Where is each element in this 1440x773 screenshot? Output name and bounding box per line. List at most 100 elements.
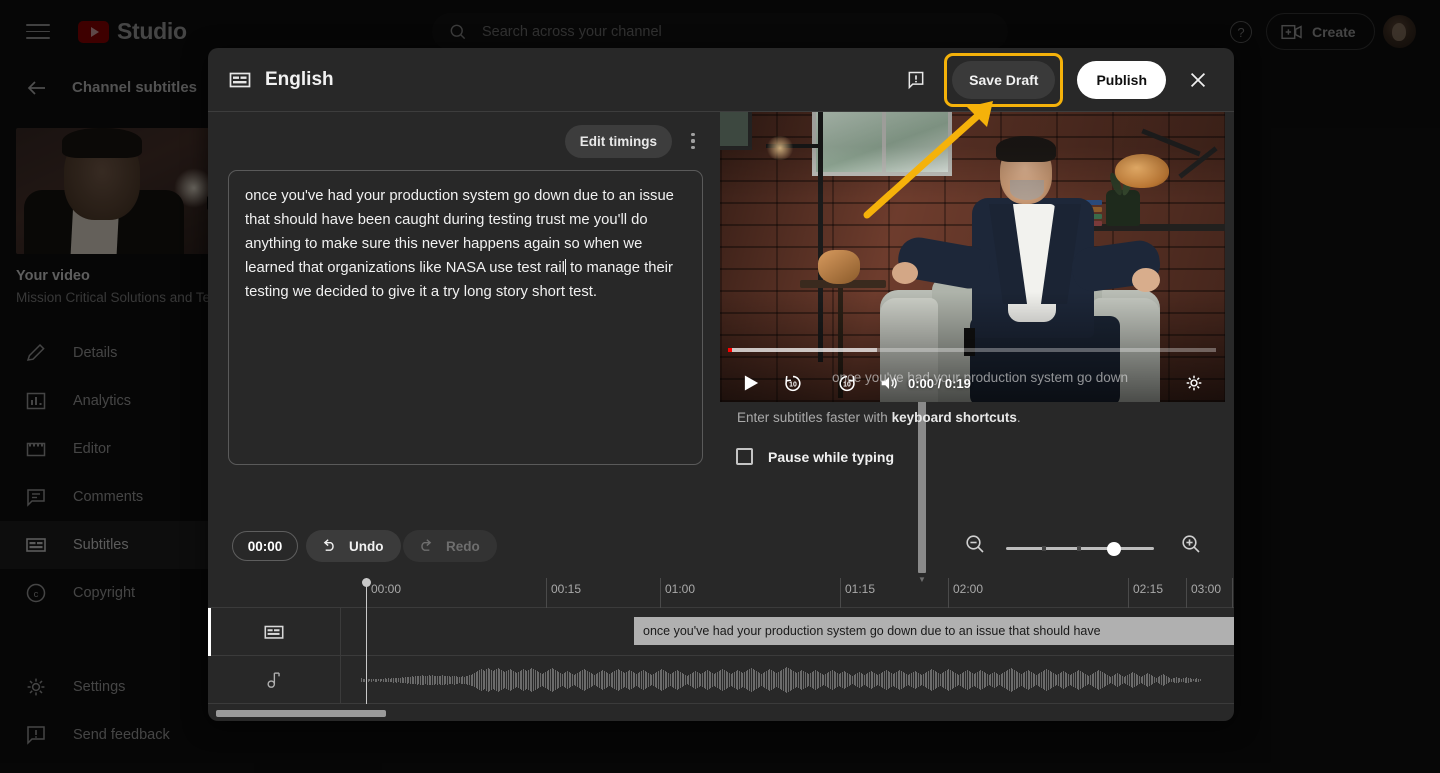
undo-button[interactable]: Undo (306, 530, 401, 562)
waveform-bar (570, 673, 571, 687)
save-draft-button[interactable]: Save Draft (952, 60, 1056, 99)
waveform-bar (1039, 673, 1041, 687)
dialog-header: English Save Draft Publish (208, 48, 1234, 111)
waveform-bar (654, 673, 656, 687)
keyboard-shortcuts-link[interactable]: keyboard shortcuts (892, 410, 1017, 425)
waveform-bar (420, 675, 421, 685)
zoom-slider-knob[interactable] (1107, 541, 1121, 556)
waveform-bar (742, 673, 744, 687)
waveform-bar (1192, 679, 1194, 681)
waveform-bar (592, 674, 593, 686)
subtitle-track-body[interactable]: once you've had your production system g… (341, 608, 1234, 655)
waveform-bar (637, 673, 639, 687)
ruler-tick: 03:00 (1186, 578, 1221, 608)
publish-button[interactable]: Publish (1077, 60, 1166, 99)
waveform-bar (472, 674, 474, 686)
waveform-bar (752, 669, 754, 691)
waveform-bar (396, 677, 398, 683)
waveform-bar (885, 670, 887, 690)
waveform-bar (836, 673, 838, 687)
waveform-bar (895, 672, 897, 688)
waveform-bar (408, 677, 409, 683)
waveform-bar (658, 671, 659, 689)
ruler-tick: 00:00 (366, 578, 401, 608)
subtitle-track-gutter (208, 608, 341, 656)
edit-timings-button[interactable]: Edit timings (564, 124, 672, 158)
zoom-out-icon[interactable] (963, 532, 987, 561)
waveform-bar (467, 675, 468, 685)
waveform-bar (470, 674, 472, 686)
play-icon[interactable] (732, 364, 770, 402)
rewind-10-icon[interactable]: 10 (774, 364, 812, 402)
waveform-bar (533, 669, 534, 691)
waveform-bar (512, 671, 514, 689)
waveform-bar (960, 674, 961, 686)
waveform-bar (976, 672, 978, 688)
waveform-bar (1144, 675, 1145, 685)
waveform-bar (1142, 676, 1143, 684)
waveform-bar (877, 675, 879, 685)
waveform-bar (401, 677, 403, 683)
waveform-bar (1022, 673, 1024, 687)
waveform-bar (614, 671, 615, 689)
waveform-bar (634, 673, 636, 687)
subtitle-textarea[interactable]: once you've had your production system g… (228, 170, 703, 465)
waveform-bar (651, 675, 652, 685)
timeline-hscrollbar[interactable] (216, 710, 386, 717)
playhead[interactable] (362, 578, 371, 704)
waveform-bar (543, 673, 544, 687)
waveform-bar (944, 671, 946, 689)
zoom-in-icon[interactable] (1179, 532, 1203, 561)
waveform-bar (1108, 676, 1110, 684)
report-issue-icon[interactable] (896, 60, 936, 100)
waveform-bar (371, 678, 372, 682)
playhead-handle[interactable] (362, 578, 371, 587)
waveform-bar (641, 671, 642, 689)
waveform-bar (803, 671, 804, 689)
waveform-bar (838, 674, 840, 686)
waveform-bar (762, 673, 764, 687)
waveform-bar (943, 672, 944, 688)
pause-while-typing-checkbox[interactable]: Pause while typing (736, 448, 894, 465)
waveform-bar (421, 675, 423, 685)
subtitle-cue-block[interactable]: once you've had your production system g… (634, 617, 1234, 645)
waveform-bar (916, 672, 917, 688)
waveform-bar (938, 673, 939, 687)
undo-arrow-icon (323, 539, 334, 551)
waveform-bar (789, 669, 791, 691)
checkbox-box[interactable] (736, 448, 753, 465)
waveform-bar (1189, 678, 1191, 682)
waveform-bar (399, 677, 401, 683)
waveform-bar (448, 676, 450, 684)
waveform-bar (666, 672, 668, 688)
waveform-bar (636, 674, 637, 686)
waveform-bar (642, 670, 644, 690)
waveform-bar (1157, 677, 1159, 683)
waveform-bar (671, 673, 673, 687)
waveform-bar (1101, 672, 1103, 688)
waveform-bar (1149, 674, 1150, 686)
waveform-bar (772, 671, 774, 689)
redo-button[interactable]: Redo (403, 530, 497, 562)
waveform-bar (1005, 671, 1007, 689)
closed-caption-icon (264, 625, 284, 639)
waveform-bar (426, 675, 428, 685)
waveform-bar (868, 672, 870, 688)
waveform-bar (710, 672, 711, 688)
waveform-bar (585, 670, 587, 690)
video-preview[interactable]: once you've had your production system g… (720, 112, 1225, 402)
save-draft-highlight: Save Draft (944, 52, 1064, 107)
close-icon[interactable] (1178, 60, 1218, 100)
waveform-bar (649, 674, 651, 686)
waveform-bar (416, 675, 418, 685)
waveform-bar (1069, 675, 1071, 685)
waveform-bar (485, 669, 487, 691)
waveform-bar (951, 671, 953, 689)
audio-track-body[interactable] (341, 656, 1234, 703)
waveform-bar (393, 677, 394, 683)
waveform-bar (615, 670, 617, 690)
more-options-icon[interactable] (678, 126, 708, 156)
waveform-bar (1007, 670, 1008, 690)
zoom-slider[interactable] (1006, 541, 1154, 556)
current-time-field[interactable]: 00:00 (232, 531, 298, 561)
